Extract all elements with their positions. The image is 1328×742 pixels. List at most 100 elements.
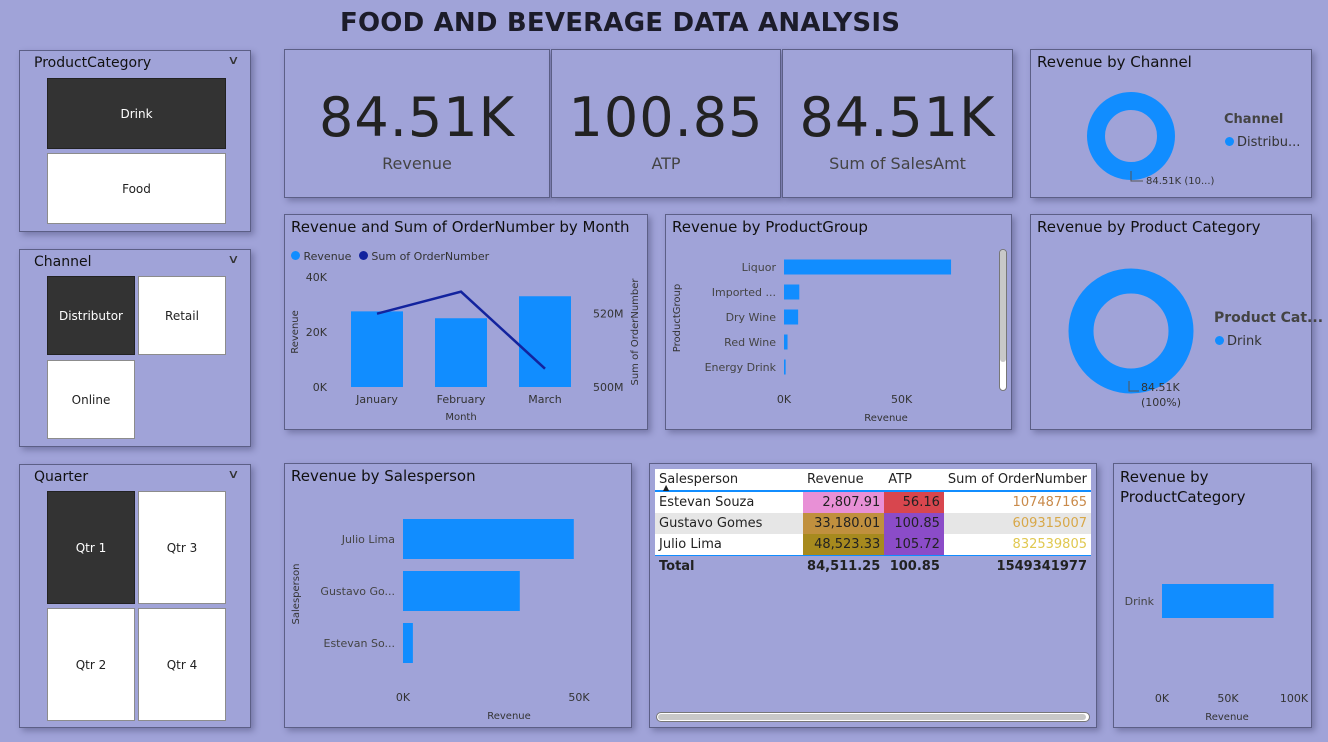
bar-dry-wine[interactable]: [784, 309, 799, 325]
y-tick-label: Red Wine: [724, 336, 776, 349]
revenue-by-productcategory-bar-chart[interactable]: Revenue by ProductCategory Drink 0K 50K 100…: [1113, 463, 1312, 728]
kpi-salesamt-card[interactable]: 84.51K Sum of SalesAmt: [782, 49, 1013, 198]
cell-salesperson: Gustavo Gomes: [659, 516, 763, 531]
y-tick-label: Dry Wine: [726, 311, 777, 324]
slicer-item-qtr4[interactable]: Qtr 4: [138, 608, 226, 721]
y-tick-label: Julio Lima: [341, 533, 395, 546]
y2-tick-label: 520M: [593, 308, 624, 321]
x-tick-label: 50K: [1217, 692, 1239, 705]
slicer-channel: Channel ∨ Distributor Retail Online: [19, 249, 251, 447]
legend-dot-icon: [1225, 137, 1234, 146]
legend-dot-icon: [1215, 336, 1224, 345]
sort-ascending-icon[interactable]: ▲: [663, 483, 669, 492]
x-tick-label: 0K: [396, 691, 411, 704]
slicer-title: Channel: [34, 254, 92, 270]
revenue-by-salesperson-chart[interactable]: Revenue by Salesperson Julio Lima Gustavo…: [284, 463, 632, 728]
bar-revenue-february[interactable]: [435, 318, 487, 387]
kpi-atp-card[interactable]: 100.85 ATP: [551, 49, 781, 198]
x-axis-title: Revenue: [487, 711, 531, 722]
cell-total-atp: 100.85: [889, 559, 940, 574]
table-row[interactable]: Julio Lima 48,523.33 105.72 832539805: [655, 534, 1091, 556]
legend-item-drink[interactable]: Drink: [1215, 334, 1262, 349]
x-tick-label: February: [437, 393, 486, 406]
scrollbar[interactable]: [999, 249, 1007, 391]
y2-axis-title: Sum of OrderNumber: [630, 278, 641, 386]
slicer-item-distributor[interactable]: Distributor: [47, 276, 135, 355]
slicer-item-online[interactable]: Online: [47, 360, 135, 439]
legend-label: Distribu...: [1237, 135, 1301, 150]
x-tick-label: March: [528, 393, 562, 406]
bar-imported-[interactable]: [784, 284, 800, 300]
slicer-product-category: ProductCategory ∨ Drink Food: [19, 50, 251, 232]
y-tick-label: 40K: [306, 271, 328, 284]
scrollbar-thumb[interactable]: [658, 714, 1086, 720]
bar-chart-svg: Julio Lima Gustavo Go... Estevan So... 0K 50…: [291, 519, 590, 722]
y-tick-label: Liquor: [742, 261, 777, 274]
cell-orders: 609315007: [1012, 516, 1087, 531]
bar-julio-lima[interactable]: [403, 519, 574, 559]
chevron-down-icon[interactable]: ∨: [227, 467, 239, 481]
column-header-revenue[interactable]: Revenue: [803, 469, 884, 491]
y-tick-label: 0K: [313, 381, 328, 394]
kpi-value: 84.51K: [318, 86, 515, 149]
column-header-orders[interactable]: Sum of OrderNumber: [944, 469, 1091, 491]
slicer-item-qtr2[interactable]: Qtr 2: [47, 608, 135, 721]
table-row[interactable]: Gustavo Gomes 33,180.01 100.85 609315007: [655, 513, 1091, 534]
cell-atp: 56.16: [884, 491, 944, 513]
revenue-by-productgroup-chart[interactable]: Revenue by ProductGroup Liquor Imported .…: [665, 214, 1012, 430]
donut-slice-distributor[interactable]: [1087, 92, 1175, 180]
y-tick-label: Energy Drink: [705, 361, 777, 374]
cell-salesperson: Estevan Souza: [659, 495, 755, 510]
donut-data-label: 84.51K: [1141, 381, 1180, 394]
y-axis-title: Salesperson: [291, 564, 302, 625]
bar-liquor[interactable]: [784, 259, 952, 275]
table-row[interactable]: Estevan Souza 2,807.91 56.16 107487165: [655, 491, 1091, 513]
salesperson-table-visual[interactable]: Salesperson ▲ Revenue ATP Sum of OrderNu…: [649, 463, 1097, 728]
slicer-item-food[interactable]: Food: [47, 153, 226, 224]
kpi-revenue-card[interactable]: 84.51K Revenue: [284, 49, 550, 198]
x-tick-label: 50K: [568, 691, 590, 704]
salesperson-table: Salesperson ▲ Revenue ATP Sum of OrderNu…: [655, 469, 1091, 577]
bar-drink[interactable]: [1162, 584, 1274, 618]
slicer-item-drink[interactable]: Drink: [47, 78, 226, 149]
table-total-row: Total 84,511.25 100.85 1549341977: [655, 555, 1091, 578]
kpi-label: Revenue: [382, 154, 452, 173]
bar-estevan-so-[interactable]: [403, 623, 413, 663]
slicer-item-qtr1[interactable]: Qtr 1: [47, 491, 135, 604]
horizontal-scrollbar[interactable]: [656, 712, 1090, 722]
y-tick-label: Estevan So...: [324, 637, 396, 650]
x-axis-title: Month: [445, 412, 476, 423]
cell-total-revenue: 84,511.25: [807, 559, 881, 574]
table-header-row: Salesperson ▲ Revenue ATP Sum of OrderNu…: [655, 469, 1091, 492]
y-axis-title: Revenue: [290, 310, 301, 354]
bar-revenue-january[interactable]: [351, 311, 403, 387]
scrollbar-thumb[interactable]: [1000, 250, 1006, 362]
bar-gustavo-go-[interactable]: [403, 571, 520, 611]
kpi-label: ATP: [651, 154, 681, 173]
revenue-by-channel-chart[interactable]: Revenue by Channel 84.51K (10...) Channe…: [1030, 49, 1312, 198]
chevron-down-icon[interactable]: ∨: [227, 252, 239, 266]
legend-title: Product Cat...: [1214, 310, 1324, 326]
bar-chart-svg: Drink 0K 50K 100K Revenue: [1125, 584, 1309, 723]
cell-revenue: 33,180.01: [803, 513, 885, 534]
donut-slice-drink[interactable]: [1068, 268, 1194, 394]
revenue-by-product-category-chart[interactable]: Revenue by Product Category 84.51K (100%…: [1030, 214, 1323, 430]
slicer-title: ProductCategory: [34, 55, 152, 71]
cell-revenue: 2,807.91: [803, 491, 885, 513]
bar-revenue-march[interactable]: [519, 296, 571, 387]
cell-orders: 832539805: [1012, 537, 1087, 552]
column-header-atp[interactable]: ATP: [884, 469, 944, 491]
revenue-orders-by-month-chart[interactable]: Revenue and Sum of OrderNumber by Month …: [284, 214, 648, 430]
y-tick-label: 20K: [306, 326, 328, 339]
slicer-item-retail[interactable]: Retail: [138, 276, 226, 355]
chevron-down-icon[interactable]: ∨: [227, 53, 239, 67]
bar-energy-drink[interactable]: [784, 359, 786, 375]
x-tick-label: 0K: [1155, 692, 1170, 705]
bar-red-wine[interactable]: [784, 334, 788, 350]
legend-item-distributor[interactable]: Distribu...: [1225, 135, 1300, 150]
y2-tick-label: 500M: [593, 381, 624, 394]
x-axis-title: Revenue: [864, 413, 908, 424]
x-tick-label: January: [355, 393, 398, 406]
column-header-salesperson[interactable]: Salesperson ▲: [655, 469, 803, 492]
slicer-item-qtr3[interactable]: Qtr 3: [138, 491, 226, 604]
